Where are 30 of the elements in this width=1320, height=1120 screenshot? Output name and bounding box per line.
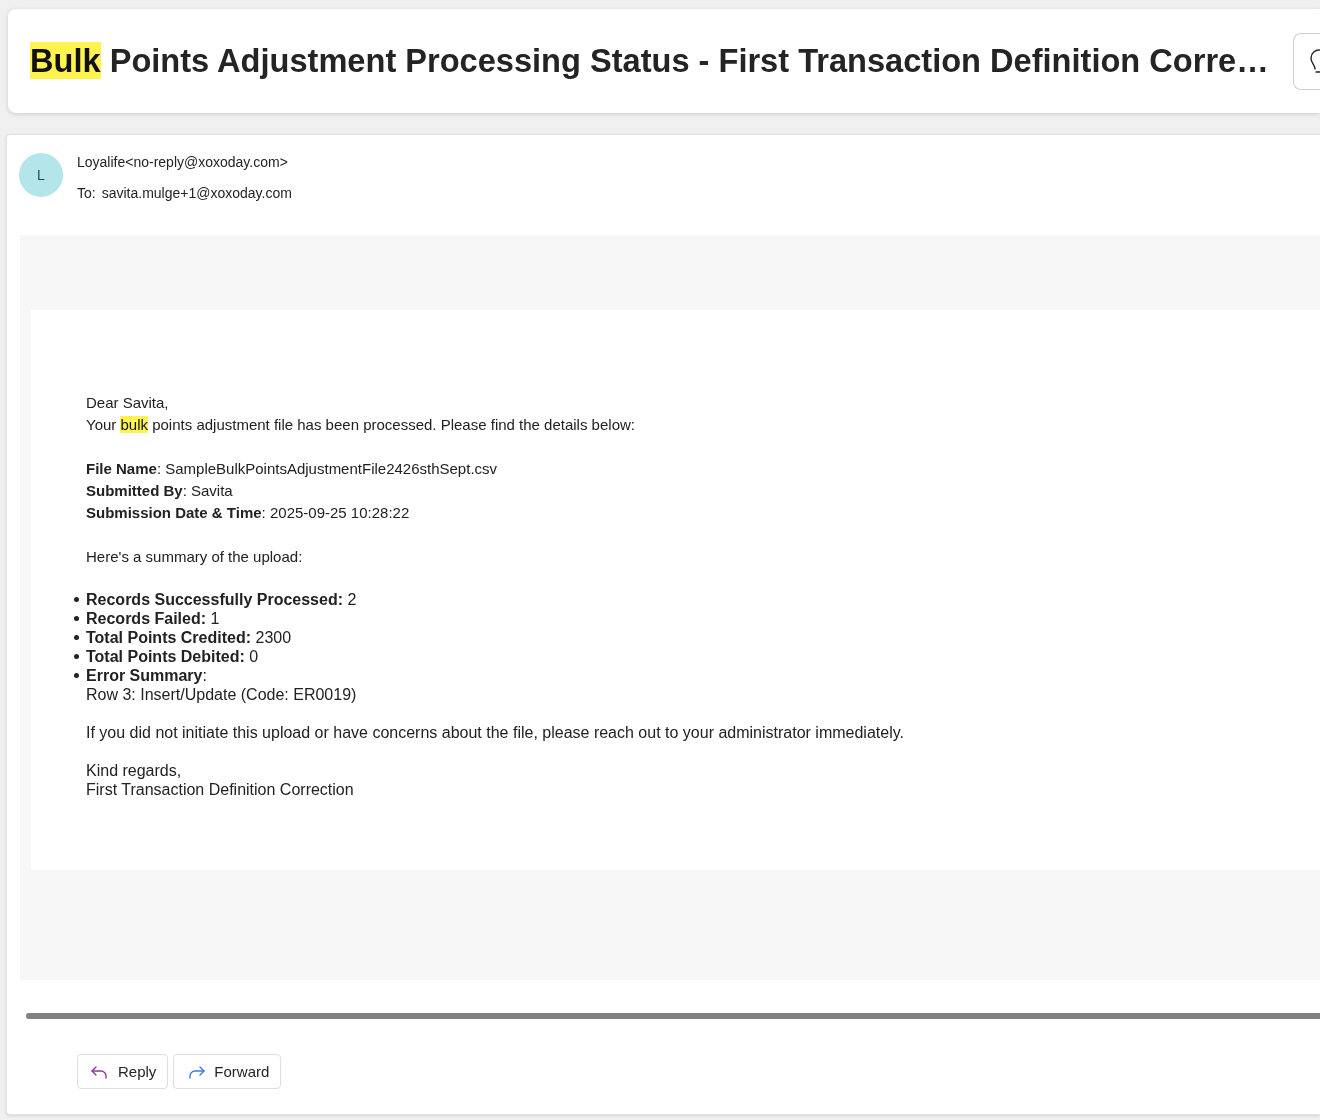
error-detail-text: Row 3: Insert/Update (Code: ER0019) — [86, 685, 357, 704]
sender-address: Loyalife<no-reply@xoxoday.com> — [77, 153, 289, 172]
summary-item-text: Records Successfully Processed: 2 — [86, 590, 357, 609]
to-label: To: — [77, 184, 96, 203]
summary-item-text: Total Points Debited: 0 — [86, 647, 259, 666]
intro-text: Your bulk points adjustment file has been processed. Please find the details below: — [86, 415, 636, 435]
reply-button[interactable]: Reply — [77, 1054, 169, 1089]
lightbulb-icon — [1308, 48, 1320, 74]
notice-text: If you did not initiate this upload or have concerns about the file, please reach out to your administrator immediately. — [86, 723, 905, 742]
bullet-icon — [74, 673, 79, 678]
summary-item-text: Records Failed: 1 — [86, 609, 220, 628]
summary-item-text: Error Summary: — [86, 666, 208, 685]
detail-line: File Name: SampleBulkPointsAdjustmentFile2426sthSept.csv — [86, 459, 499, 479]
avatar: L — [19, 153, 63, 197]
recipient-address: savita.mulge+1@xoxoday.com — [101, 184, 292, 203]
bullet-icon — [74, 597, 79, 602]
summary-item-text: Total Points Credited: 2300 — [86, 628, 292, 647]
summary-intro-text: Here's a summary of the upload: — [86, 547, 304, 567]
horizontal-scrollbar[interactable] — [26, 1013, 1320, 1019]
bullet-icon — [74, 654, 79, 659]
closing-text: Kind regards, — [86, 761, 183, 780]
subject-title: Bulk Points Adjustment Processing Status - First Transaction Definition Corre… — [30, 41, 1269, 81]
detail-line: Submission Date & Time: 2025-09-25 10:28:22 — [86, 503, 411, 523]
signature-text: First Transaction Definition Correction — [86, 780, 355, 799]
detail-line: Submitted By: Savita — [86, 481, 234, 501]
toolbar-button[interactable] — [1293, 32, 1320, 90]
forward-button[interactable]: Forward — [173, 1054, 282, 1089]
bullet-icon — [74, 616, 79, 621]
greeting-text: Dear Savita, — [86, 393, 170, 413]
bullet-icon — [74, 635, 79, 640]
